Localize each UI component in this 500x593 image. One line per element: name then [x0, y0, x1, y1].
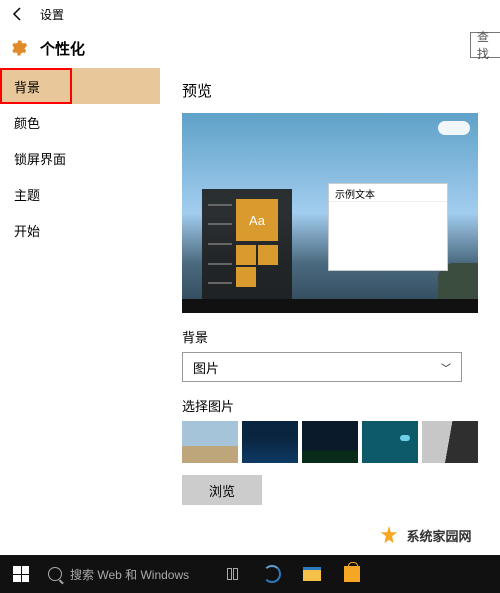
thumbnail[interactable] — [362, 421, 418, 463]
sidebar-item-lockscreen[interactable]: 锁屏界面 — [0, 140, 160, 176]
preview-tile-small — [258, 245, 278, 265]
taskbar-search[interactable]: 搜索 Web 和 Windows — [42, 555, 212, 593]
watermark-text: 系统家园网 — [406, 526, 471, 545]
preview-taskbar — [182, 299, 478, 313]
edge-button[interactable] — [252, 555, 292, 593]
preview-window-title: 示例文本 — [329, 184, 447, 202]
sidebar-item-start[interactable]: 开始 — [0, 212, 160, 248]
sidebar-item-background[interactable]: 背景 — [0, 68, 160, 104]
watermark-logo-icon — [378, 524, 400, 546]
preview-window: 示例文本 — [328, 183, 448, 271]
folder-icon — [303, 567, 321, 581]
file-explorer-button[interactable] — [292, 555, 332, 593]
background-dropdown[interactable]: 图片 ﹀ — [182, 352, 462, 382]
category-title: 个性化 — [40, 38, 85, 59]
preview-heading: 预览 — [182, 80, 500, 101]
search-placeholder: 查找 — [477, 28, 500, 62]
store-icon — [344, 566, 360, 582]
background-label: 背景 — [182, 327, 500, 346]
thumbnail[interactable] — [422, 421, 478, 463]
preview-image: Aa 示例文本 — [182, 113, 478, 313]
watermark: 系统家园网 — [350, 515, 500, 555]
task-view-button[interactable] — [212, 555, 252, 593]
choose-picture-label: 选择图片 — [182, 396, 500, 415]
preview-tile-small — [236, 245, 256, 265]
window-title: 设置 — [40, 6, 64, 23]
content-pane: 预览 Aa 示例文本 背景 图片 ﹀ 选择图片 — [160, 68, 500, 555]
preview-tile-large: Aa — [236, 199, 278, 241]
gear-icon — [8, 38, 28, 58]
task-view-icon — [227, 568, 238, 580]
search-input[interactable]: 查找 — [470, 32, 500, 58]
search-icon — [48, 567, 62, 581]
edge-icon — [263, 565, 281, 583]
sidebar-item-themes[interactable]: 主题 — [0, 176, 160, 212]
thumbnail[interactable] — [182, 421, 238, 463]
preview-cloud — [438, 121, 470, 135]
preview-tile-small — [236, 267, 256, 287]
taskbar-search-placeholder: 搜索 Web 和 Windows — [70, 566, 189, 583]
thumbnail[interactable] — [302, 421, 358, 463]
thumbnail[interactable] — [242, 421, 298, 463]
dropdown-value: 图片 — [193, 358, 219, 377]
preview-start-menu: Aa — [202, 189, 292, 299]
windows-logo-icon — [13, 566, 29, 582]
sidebar-item-colors[interactable]: 颜色 — [0, 104, 160, 140]
back-button[interactable] — [8, 4, 28, 24]
store-button[interactable] — [332, 555, 372, 593]
chevron-down-icon: ﹀ — [441, 360, 451, 375]
sidebar: 背景 颜色 锁屏界面 主题 开始 — [0, 68, 160, 555]
picture-thumbnails — [182, 421, 500, 463]
taskbar: 搜索 Web 和 Windows — [0, 555, 500, 593]
start-button[interactable] — [0, 555, 42, 593]
browse-button[interactable]: 浏览 — [182, 475, 262, 505]
